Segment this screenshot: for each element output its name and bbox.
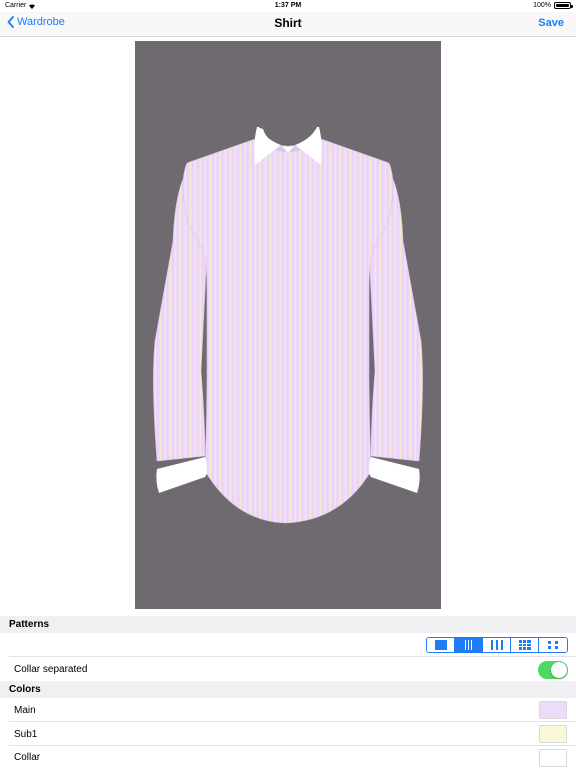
color-row-label: Sub1 (14, 728, 38, 740)
page-title: Shirt (274, 16, 302, 30)
solid-pattern-icon (434, 640, 447, 650)
color-row-sub1[interactable]: Sub1 (0, 722, 576, 746)
shirt-preview (135, 41, 441, 609)
left-cuff (156, 457, 207, 493)
dots-pattern-icon (548, 641, 558, 649)
battery-group: 100% (533, 2, 573, 9)
status-bar: Carrier 1:37 PM 100% (0, 0, 576, 12)
patterns-section-header: Patterns (0, 616, 576, 633)
collar-separated-switch[interactable] (538, 661, 568, 679)
right-cuff (369, 457, 420, 493)
color-row-label: Collar (14, 751, 41, 763)
save-button[interactable]: Save (538, 17, 564, 29)
collar-color-swatch[interactable] (539, 749, 567, 767)
pattern-check-option[interactable] (511, 638, 539, 652)
pattern-solid-option[interactable] (427, 638, 455, 652)
battery-icon (554, 2, 573, 9)
pattern-stripe-option[interactable] (483, 638, 511, 652)
colors-section-header: Colors (0, 681, 576, 698)
status-time: 1:37 PM (274, 2, 302, 9)
color-row-main[interactable]: Main (0, 698, 576, 722)
wide-stripe-pattern-icon (461, 640, 476, 650)
switch-knob (551, 662, 567, 678)
navigation-bar: Wardrobe Shirt Save (0, 12, 576, 37)
shirt-body (182, 138, 394, 524)
pattern-dots-option[interactable] (539, 638, 567, 652)
check-pattern-icon (518, 640, 531, 650)
pattern-wide-stripe-option[interactable] (455, 638, 483, 652)
shirt-illustration (153, 127, 423, 524)
main-color-swatch[interactable] (539, 701, 567, 719)
collar-separated-label: Collar separated (14, 663, 88, 675)
battery-percent: 100% (533, 2, 551, 9)
pattern-segmented-control[interactable] (426, 637, 568, 653)
collar-separated-row: Collar separated (0, 657, 576, 681)
sub1-color-swatch[interactable] (539, 725, 567, 743)
patterns-row (0, 633, 576, 657)
color-row-collar[interactable]: Collar (0, 746, 576, 768)
stripe-pattern-icon (490, 640, 503, 650)
color-row-label: Main (14, 704, 36, 716)
